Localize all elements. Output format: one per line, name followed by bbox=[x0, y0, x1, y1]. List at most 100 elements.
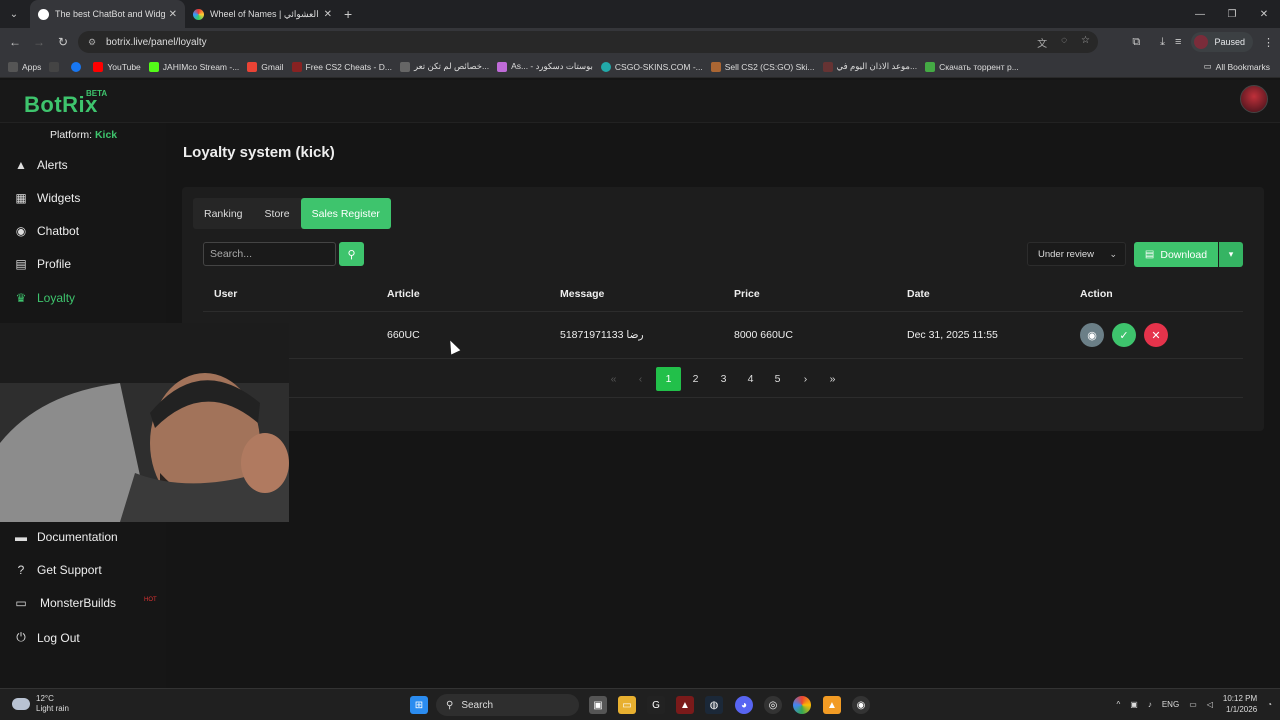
sidebar-item-loyalty[interactable]: ♛ Loyalty bbox=[14, 291, 75, 305]
approve-button[interactable]: ✓ bbox=[1112, 323, 1136, 347]
restore-icon[interactable]: ❐ bbox=[1216, 0, 1248, 28]
bookmark-arabic-1[interactable]: خصائص لم تكن تعر... bbox=[399, 61, 489, 72]
sidebar-item-documentation[interactable]: ▬ Documentation bbox=[14, 530, 118, 544]
sidebar-item-alerts[interactable]: ▲ Alerts bbox=[14, 158, 68, 172]
extensions-icon[interactable]: ⧉ bbox=[1132, 36, 1140, 49]
tab-search-icon[interactable]: ⌄ bbox=[4, 4, 24, 24]
trophy-icon: ♛ bbox=[15, 291, 27, 305]
sidebar-item-widgets[interactable]: ▦ Widgets bbox=[14, 191, 80, 205]
search-input[interactable] bbox=[203, 242, 336, 266]
tray-app-icon[interactable]: ▣ bbox=[1130, 700, 1138, 709]
bookmark-apps[interactable]: Apps bbox=[8, 61, 41, 72]
task-view-icon[interactable]: ▣ bbox=[589, 696, 607, 714]
tab-ranking[interactable]: Ranking bbox=[193, 198, 254, 229]
discord-icon[interactable]: ◕ bbox=[735, 696, 753, 714]
forward-icon[interactable]: → bbox=[27, 35, 51, 49]
page-3-button[interactable]: 3 bbox=[711, 367, 736, 391]
sidebar-item-label: Profile bbox=[37, 257, 72, 271]
weather-widget[interactable]: 12°C Light rain bbox=[12, 694, 69, 714]
window-controls: — ❐ ✕ bbox=[1184, 0, 1280, 28]
laptop-icon: ▭ bbox=[15, 596, 27, 610]
bookmark-csgo-skins[interactable]: CSGO-SKINS.COM -... bbox=[600, 61, 703, 72]
new-tab-icon[interactable]: + bbox=[344, 6, 352, 22]
vlc-icon[interactable]: ▲ bbox=[823, 696, 841, 714]
page-2-button[interactable]: 2 bbox=[683, 367, 708, 391]
taskbar-search[interactable]: ⚲ Search bbox=[436, 694, 579, 716]
chevron-up-icon[interactable]: ^ bbox=[1117, 700, 1121, 709]
reject-button[interactable]: ✕ bbox=[1144, 323, 1168, 347]
last-page-icon[interactable]: » bbox=[820, 367, 845, 391]
address-bar[interactable]: ⚙ botrix.live/panel/loyalty 文 ◌ ☆ bbox=[78, 31, 1098, 53]
bookmark-discord-posts[interactable]: As... - بوستات دسكورد bbox=[497, 61, 593, 72]
file-explorer-icon[interactable]: ▭ bbox=[618, 696, 636, 714]
column-header-message[interactable]: Message bbox=[560, 288, 604, 300]
sidebar-item-monsterbuilds[interactable]: ▭ MonsterBuilds bbox=[14, 596, 116, 610]
bookmark-sell-cs2[interactable]: Sell CS2 (CS:GO) Ski... bbox=[710, 61, 815, 72]
main-content: Loyalty system (kick) Ranking Store Sale… bbox=[166, 123, 1280, 688]
page-1-button[interactable]: 1 bbox=[656, 367, 681, 391]
beta-badge: BETA bbox=[86, 89, 108, 98]
language-indicator[interactable]: ENG bbox=[1162, 700, 1179, 709]
bookmark-grid[interactable] bbox=[49, 61, 63, 72]
user-avatar[interactable] bbox=[1240, 85, 1268, 113]
steam-icon[interactable]: ◍ bbox=[705, 696, 723, 714]
tab-botrix[interactable]: The best ChatBot and Widgets ✕ bbox=[30, 0, 185, 28]
status-filter-select[interactable]: Under review ⌄ bbox=[1027, 242, 1126, 266]
bookmark-kick[interactable]: JAHIMco Stream -... bbox=[148, 61, 239, 72]
download-icon[interactable]: ⤓ bbox=[1160, 36, 1165, 49]
close-window-icon[interactable]: ✕ bbox=[1248, 0, 1280, 28]
chrome-icon[interactable] bbox=[793, 696, 811, 714]
microphone-icon[interactable]: ♪ bbox=[1148, 700, 1152, 709]
close-tab-icon[interactable]: ✕ bbox=[324, 9, 332, 20]
tab-sales-register[interactable]: Sales Register bbox=[300, 198, 391, 229]
first-page-icon[interactable]: « bbox=[601, 367, 626, 391]
next-page-icon[interactable]: › bbox=[793, 367, 818, 391]
eye-off-icon[interactable]: ◌ bbox=[1061, 35, 1067, 50]
g-app-icon[interactable]: G bbox=[647, 696, 665, 714]
page-4-button[interactable]: 4 bbox=[738, 367, 763, 391]
close-tab-icon[interactable]: ✕ bbox=[169, 9, 177, 20]
notification-icon[interactable]: ◔ bbox=[1267, 700, 1272, 709]
reload-icon[interactable]: ↻ bbox=[51, 35, 75, 49]
sidebar-item-log-out[interactable]: ⏻ Log Out bbox=[14, 630, 79, 645]
column-header-article[interactable]: Article bbox=[387, 288, 420, 300]
url-text: botrix.live/panel/loyalty bbox=[106, 36, 207, 48]
column-header-date[interactable]: Date bbox=[907, 288, 930, 300]
download-button[interactable]: ▤ Download bbox=[1134, 242, 1218, 267]
all-bookmarks[interactable]: ▭ All Bookmarks bbox=[1204, 61, 1270, 72]
bookmark-facebook[interactable] bbox=[71, 61, 85, 72]
tab-wheel-of-names[interactable]: Wheel of Names | اسم العشوائي ✕ bbox=[185, 0, 340, 28]
column-header-price[interactable]: Price bbox=[734, 288, 760, 300]
view-button[interactable]: ◉ bbox=[1080, 323, 1104, 347]
sidebar-item-get-support[interactable]: ? Get Support bbox=[14, 563, 102, 577]
sidebar-item-profile[interactable]: ▤ Profile bbox=[14, 257, 71, 271]
volume-icon[interactable]: ◁ bbox=[1207, 700, 1213, 709]
search-button[interactable]: ⚲ bbox=[339, 242, 364, 266]
app-icon[interactable]: ◎ bbox=[764, 696, 782, 714]
windows-start-icon[interactable]: ⊞ bbox=[410, 696, 428, 714]
bookmark-torrent[interactable]: Скачать торрент р... bbox=[925, 61, 1019, 72]
bookmark-prayer-times[interactable]: موعد الاذان اليوم في... bbox=[822, 61, 917, 72]
translate-icon[interactable]: 文 bbox=[1037, 35, 1047, 50]
bookmark-star-icon[interactable]: ☆ bbox=[1081, 35, 1090, 50]
back-icon[interactable]: ← bbox=[3, 35, 27, 49]
column-header-user[interactable]: User bbox=[214, 288, 237, 300]
tab-store[interactable]: Store bbox=[254, 198, 301, 229]
prev-page-icon[interactable]: ‹ bbox=[628, 367, 653, 391]
bookmark-cs2-cheats[interactable]: Free CS2 Cheats - D... bbox=[291, 61, 392, 72]
menu-icon[interactable]: ⋮ bbox=[1263, 36, 1274, 49]
media-icon[interactable]: ≡ bbox=[1175, 36, 1181, 48]
profile-button[interactable]: Paused bbox=[1191, 32, 1253, 52]
bookmark-gmail[interactable]: Gmail bbox=[247, 61, 284, 72]
triangle-app-icon[interactable]: ▲ bbox=[676, 696, 694, 714]
bookmark-youtube[interactable]: YouTube bbox=[93, 61, 141, 72]
obs-icon[interactable]: ◉ bbox=[852, 696, 870, 714]
gmail-icon bbox=[247, 61, 258, 72]
site-info-icon[interactable]: ⚙ bbox=[88, 37, 100, 48]
network-icon[interactable]: ▭ bbox=[1189, 700, 1197, 709]
sidebar-item-chatbot[interactable]: ◉ Chatbot bbox=[14, 224, 79, 238]
minimize-icon[interactable]: — bbox=[1184, 0, 1216, 28]
page-5-button[interactable]: 5 bbox=[765, 367, 790, 391]
clock[interactable]: 10:12 PM 1/1/2026 bbox=[1223, 693, 1257, 715]
download-options-button[interactable]: ▾ bbox=[1219, 242, 1243, 267]
